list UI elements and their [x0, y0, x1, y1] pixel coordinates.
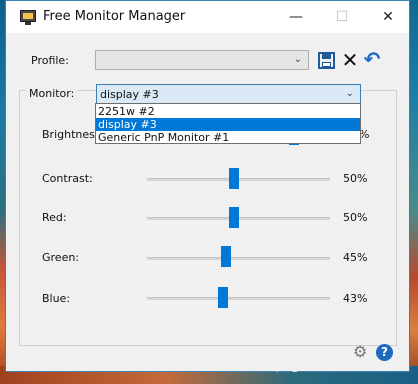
undo-icon[interactable]: ↶ — [363, 49, 381, 69]
watermark-text: 知乎 @LikeDreamwalker — [260, 359, 410, 373]
blue-slider-thumb[interactable] — [218, 287, 228, 308]
green-slider-thumb[interactable] — [221, 246, 231, 267]
contrast-label: Contrast: — [42, 172, 93, 185]
red-slider-thumb[interactable] — [229, 207, 239, 228]
red-value: 50% — [343, 211, 368, 224]
profile-combobox[interactable]: ⌄ — [95, 50, 309, 70]
monitor-option[interactable]: 2251w #2 — [96, 105, 360, 118]
green-slider-track[interactable] — [147, 257, 330, 260]
red-label: Red: — [42, 211, 67, 224]
app-window: Free Monitor Manager — ☐ ✕ Profile: ⌄ ✕ … — [5, 0, 410, 372]
monitor-app-icon-stand — [25, 22, 31, 25]
monitor-app-icon — [20, 10, 36, 22]
monitor-value: display #3 — [100, 88, 159, 101]
maximize-button: ☐ — [335, 9, 349, 25]
monitor-dropdown-list: 2251w #2 display #3 Generic PnP Monitor … — [95, 103, 361, 144]
minimize-button[interactable]: — — [273, 1, 319, 33]
contrast-slider-thumb[interactable] — [229, 168, 239, 189]
chevron-down-icon: ⌄ — [345, 88, 354, 99]
green-value: 45% — [343, 251, 368, 264]
brightness-label: Brightness — [42, 128, 101, 141]
green-label: Green: — [42, 251, 80, 264]
profile-label: Profile: — [31, 54, 69, 67]
monitor-option[interactable]: Generic PnP Monitor #1 — [96, 131, 360, 144]
save-icon[interactable] — [318, 52, 335, 69]
blue-label: Blue: — [42, 292, 71, 305]
monitor-combobox[interactable]: display #3 ⌄ — [96, 84, 361, 104]
blue-slider-track[interactable] — [147, 297, 330, 300]
monitor-option-selected[interactable]: display #3 — [96, 118, 360, 131]
blue-value: 43% — [343, 292, 368, 305]
window-title: Free Monitor Manager — [43, 9, 186, 24]
chevron-down-icon: ⌄ — [293, 54, 302, 65]
monitor-label: Monitor: — [26, 87, 78, 100]
close-button[interactable]: ✕ — [365, 1, 411, 33]
delete-icon[interactable]: ✕ — [341, 50, 359, 70]
title-bar[interactable]: Free Monitor Manager — ☐ ✕ — [6, 1, 409, 33]
contrast-value: 50% — [343, 172, 368, 185]
